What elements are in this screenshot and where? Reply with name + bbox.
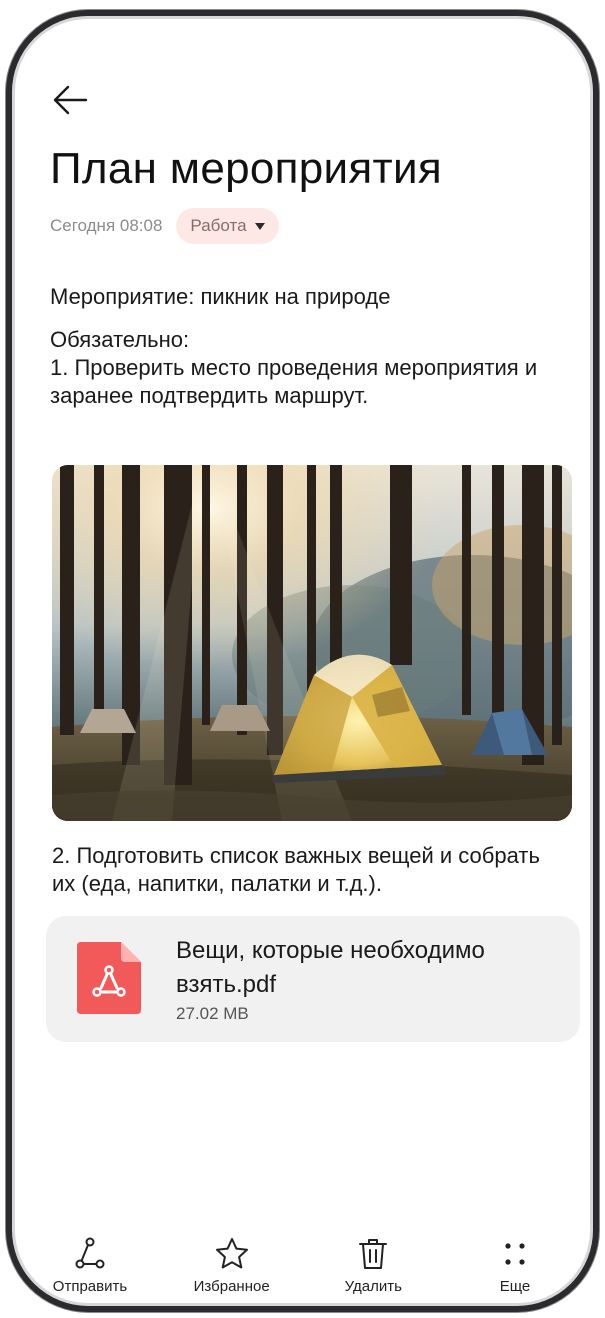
note-line-3[interactable]: 2. Подготовить список важных вещей и соб…: [52, 842, 562, 898]
note-image[interactable]: [52, 465, 572, 821]
trash-icon: [359, 1239, 388, 1269]
note-line-1[interactable]: Мероприятие: пикник на природе: [50, 283, 560, 311]
attachment-size: 27.02 MB: [176, 1004, 249, 1023]
more-label: Еще: [499, 1278, 531, 1295]
favorite-button[interactable]: Избранное: [172, 1234, 292, 1295]
page-title: План мероприятия: [50, 144, 443, 193]
star-icon: [215, 1238, 248, 1269]
more-dots-icon: [505, 1243, 525, 1265]
arrow-left-icon: [53, 85, 88, 115]
category-dropdown[interactable]: Работа: [176, 208, 279, 244]
camping-photo: [52, 465, 572, 821]
note-date: Сегодня 08:08: [50, 216, 163, 235]
note-meta: Сегодня 08:08 Работа: [50, 208, 279, 244]
share-label: Отправить: [52, 1278, 128, 1295]
pdf-attachment-card[interactable]: Вещи, которые необходимо взять.pdf 27.02…: [46, 916, 580, 1042]
note-line-2[interactable]: Обязательно: 1. Проверить место проведен…: [50, 326, 560, 410]
bottom-toolbar: Отправить Избранное Удалить Еще: [30, 1234, 575, 1304]
share-button[interactable]: Отправить: [30, 1234, 150, 1295]
share-icon: [75, 1237, 105, 1269]
caret-down-icon: [254, 222, 265, 230]
delete-button[interactable]: Удалить: [313, 1234, 433, 1295]
pdf-icon: [77, 942, 141, 1014]
attachment-name: Вещи, которые необходимо взять.pdf: [176, 937, 485, 998]
delete-label: Удалить: [344, 1278, 402, 1295]
more-button[interactable]: Еще: [455, 1234, 575, 1295]
favorite-label: Избранное: [193, 1278, 270, 1295]
back-button[interactable]: [52, 84, 88, 116]
category-label: Работа: [190, 216, 247, 235]
